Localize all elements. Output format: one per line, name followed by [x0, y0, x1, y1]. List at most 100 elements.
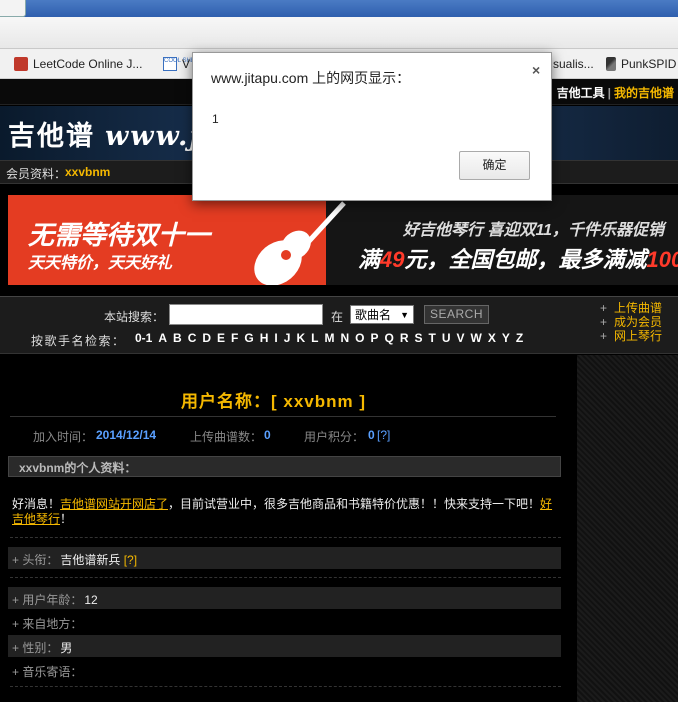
dialog-message: 1: [212, 112, 219, 126]
gender-label: + 性别：: [12, 641, 59, 655]
alpha-letter-link[interactable]: U: [442, 331, 451, 345]
age-label: + 用户年龄：: [12, 593, 83, 607]
alpha-letter-link[interactable]: Z: [516, 331, 523, 345]
divider: [10, 686, 561, 687]
nav-separator: |: [607, 86, 611, 100]
divider: [10, 416, 556, 417]
search-type-select[interactable]: 歌曲名 ▼: [350, 305, 414, 324]
dialog-title: www.jitapu.com 上的网页显示：: [211, 70, 411, 86]
bookmark-coolshell[interactable]: COOL SHELL V: [163, 56, 201, 72]
alpha-letter-link[interactable]: F: [231, 331, 238, 345]
alpha-letter-link[interactable]: G: [244, 331, 253, 345]
banner-right-line1: 好吉他琴行 喜迎双11，千件乐器促销: [403, 222, 665, 239]
search-button[interactable]: SEARCH: [424, 305, 489, 324]
rank-help-link[interactable]: [?]: [124, 553, 137, 567]
coolshell-icon: COOL SHELL: [163, 57, 201, 71]
alpha-letter-link[interactable]: 0-1: [135, 331, 152, 345]
points-value: 0: [368, 428, 375, 442]
uploads-value: 0: [264, 428, 271, 442]
nav-guitar-tools[interactable]: 吉他工具: [557, 86, 605, 100]
field-rank: + 头衔： 吉他谱新兵 [?]: [8, 547, 561, 569]
notice-end: ！: [60, 512, 73, 526]
from-label: + 来自地方：: [12, 617, 83, 631]
alpha-letter-link[interactable]: T: [429, 331, 436, 345]
close-icon[interactable]: ×: [532, 62, 540, 78]
select-value: 歌曲名: [355, 308, 392, 322]
alpha-letter-link[interactable]: I: [274, 331, 277, 345]
uploads-label: 上传曲谱数：: [190, 430, 263, 444]
banner-promo-num: 49: [380, 247, 405, 272]
side-link-upload[interactable]: + 上传曲谱: [600, 301, 662, 315]
search-label: 本站搜索：: [104, 310, 165, 324]
alpha-letter-link[interactable]: V: [457, 331, 465, 345]
search-in-label: 在: [331, 310, 344, 324]
join-value: 2014/12/14: [96, 428, 157, 442]
alpha-letter-link[interactable]: R: [400, 331, 409, 345]
notice-pre: 好消息！: [12, 497, 61, 511]
right-pattern-strip: [577, 355, 678, 702]
bookmark-leetcode[interactable]: LeetCode Online J...: [14, 56, 142, 72]
alpha-letter-link[interactable]: N: [340, 331, 349, 345]
site-logo[interactable]: 吉他谱 www.j: [8, 114, 201, 153]
shop-link[interactable]: 吉他谱网站开网店了: [60, 497, 168, 511]
banner-right-line2: 满49元，全国包邮，最多满减100: [358, 242, 678, 274]
divider: [10, 537, 561, 538]
alpha-letter-link[interactable]: X: [488, 331, 496, 345]
alpha-letter-link[interactable]: O: [355, 331, 364, 345]
logo-cn: 吉他谱: [8, 121, 95, 152]
browser-tab[interactable]: [0, 0, 26, 17]
bookmark-visualis[interactable]: sualis...: [553, 56, 594, 72]
alpha-letter-link[interactable]: W: [471, 331, 482, 345]
bookmark-punkspid[interactable]: PunkSPID: [606, 56, 676, 72]
field-gender: + 性别：男: [8, 635, 561, 657]
bookmark-label: LeetCode Online J...: [33, 57, 143, 71]
nav-right-links: 吉他工具 | 我的吉他谱: [557, 84, 674, 101]
alpha-letter-link[interactable]: E: [217, 331, 225, 345]
alpha-letter-link[interactable]: C: [188, 331, 197, 345]
address-bar-area[interactable]: [0, 17, 678, 49]
nav-my-guitar-tabs[interactable]: 我的吉他谱: [614, 86, 674, 100]
punk-icon: [606, 57, 616, 71]
logo-domain: www.j: [105, 121, 202, 152]
banner-headline: 无需等待双十一: [28, 220, 211, 250]
alpha-letter-link[interactable]: S: [415, 331, 423, 345]
divider: [10, 577, 561, 578]
banner-promo-b: 元，全国包邮，最多满减: [404, 247, 647, 272]
promo-banner[interactable]: 无需等待双十一 天天特价，天天好礼 好吉他琴行 喜迎双11，千件乐器促销 满49…: [8, 195, 678, 285]
alpha-letter-link[interactable]: D: [202, 331, 211, 345]
browser-titlebar: [0, 0, 678, 17]
side-link-shop[interactable]: + 网上琴行: [600, 329, 662, 343]
age-value: 12: [84, 593, 98, 607]
artist-alpha-index: 0-1 A B C D E F G H I J K L M N O P Q R S T U V W X Y Z: [135, 331, 529, 345]
side-link-label: 网上琴行: [614, 329, 663, 343]
side-link-label: 成为会员: [614, 315, 663, 329]
alpha-letter-link[interactable]: Q: [384, 331, 393, 345]
guitar-icon: [254, 201, 346, 285]
artist-index-label: 按歌手名检索：: [31, 334, 126, 348]
side-link-label: 上传曲谱: [614, 301, 663, 315]
alpha-letter-link[interactable]: L: [311, 331, 318, 345]
alpha-letter-link[interactable]: K: [296, 331, 305, 345]
alpha-letter-link[interactable]: M: [324, 331, 334, 345]
profile-section-title: xxvbnm的个人资料：: [19, 461, 137, 475]
bookmark-label: PunkSPID: [621, 57, 677, 71]
alpha-letter-link[interactable]: B: [173, 331, 182, 345]
field-from: + 来自地方：: [8, 611, 561, 633]
alpha-letter-link[interactable]: H: [260, 331, 269, 345]
member-name-link[interactable]: xxvbnm: [65, 165, 110, 179]
alpha-letter-link[interactable]: J: [284, 331, 291, 345]
rank-value: 吉他谱新兵: [60, 553, 121, 567]
alpha-letter-link[interactable]: P: [370, 331, 378, 345]
alpha-letter-link[interactable]: Y: [502, 331, 510, 345]
banner-subline: 天天特价，天天好礼: [28, 255, 173, 272]
side-link-join[interactable]: + 成为会员: [600, 315, 662, 329]
bookmark-label: V: [182, 57, 191, 71]
chevron-down-icon: ▼: [400, 309, 409, 320]
field-age: + 用户年龄： 12: [8, 587, 561, 609]
ok-button[interactable]: 确定: [459, 151, 530, 180]
gender-value: 男: [60, 641, 73, 655]
points-help-link[interactable]: [?]: [377, 428, 390, 442]
search-input[interactable]: [169, 304, 323, 325]
join-label: 加入时间：: [33, 430, 94, 444]
alpha-letter-link[interactable]: A: [158, 331, 167, 345]
